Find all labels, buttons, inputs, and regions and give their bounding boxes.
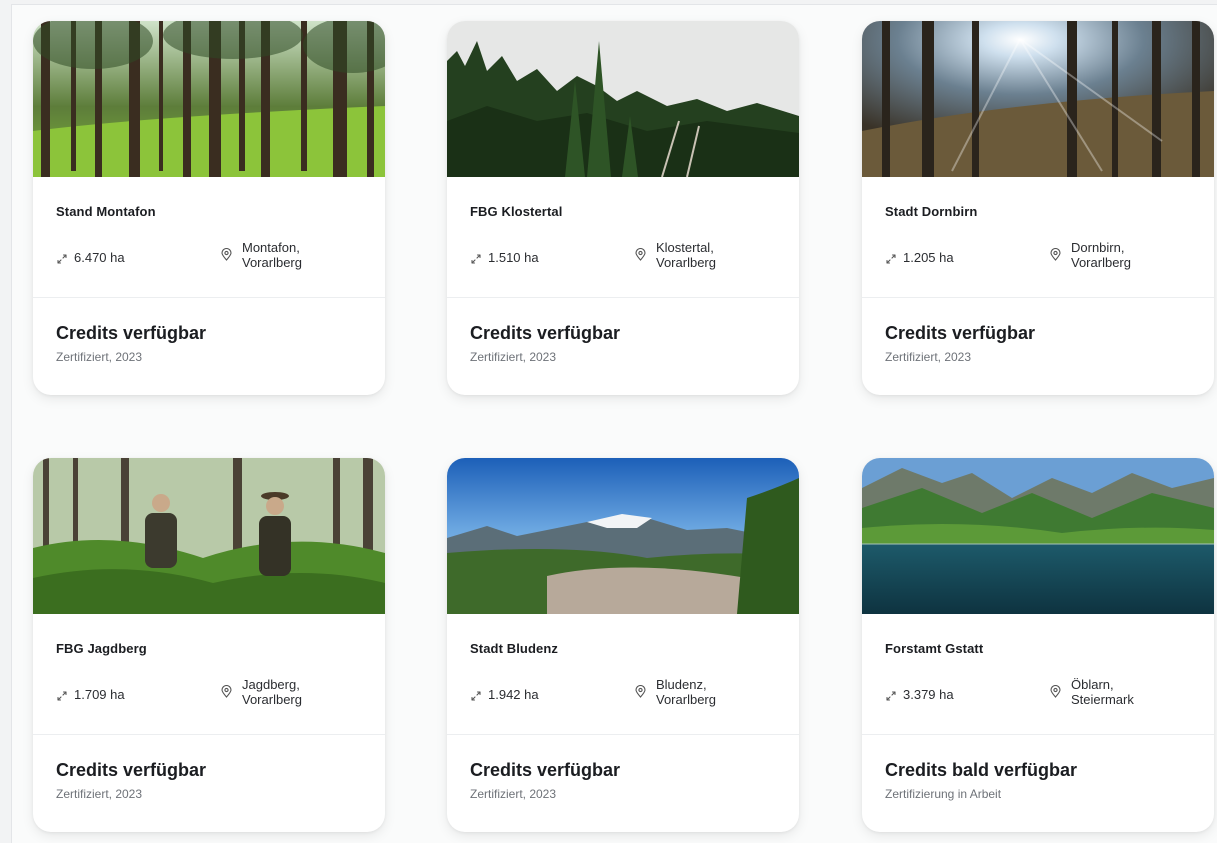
area-value: 1.205 ha bbox=[903, 250, 954, 265]
project-location: Dornbirn, Vorarlberg bbox=[1049, 240, 1131, 270]
certification-status: Zertifiziert, 2023 bbox=[56, 787, 143, 801]
project-area: 1.205 ha bbox=[885, 250, 954, 265]
project-photo bbox=[447, 458, 799, 614]
project-info: Forstamt Gstatt 3.379 ha Öblarn, Steierm… bbox=[862, 614, 1214, 735]
project-name: Forstamt Gstatt bbox=[885, 641, 984, 656]
project-area: 1.942 ha bbox=[470, 687, 539, 702]
expand-arrows-icon bbox=[886, 690, 896, 701]
certification-status: Zertifiziert, 2023 bbox=[56, 350, 143, 364]
project-name: Stadt Bludenz bbox=[470, 641, 558, 656]
project-photo bbox=[862, 458, 1214, 614]
project-card[interactable]: Stand Montafon 6.470 ha Montafon, Vorarl… bbox=[33, 21, 385, 395]
project-area: 3.379 ha bbox=[885, 687, 954, 702]
location-line2: Vorarlberg bbox=[1071, 255, 1131, 270]
project-location: Montafon, Vorarlberg bbox=[220, 240, 302, 270]
project-card[interactable]: FBG Jagdberg 1.709 ha Jagdberg, Vorarlbe… bbox=[33, 458, 385, 832]
project-name: Stadt Dornbirn bbox=[885, 204, 978, 219]
project-photo bbox=[447, 21, 799, 177]
project-location: Bludenz, Vorarlberg bbox=[634, 677, 716, 707]
area-value: 3.379 ha bbox=[903, 687, 954, 702]
expand-arrows-icon bbox=[57, 253, 67, 264]
project-photo bbox=[33, 21, 385, 177]
project-location: Öblarn, Steiermark bbox=[1049, 677, 1134, 707]
project-location: Klostertal, Vorarlberg bbox=[634, 240, 716, 270]
credits-section: Credits verfügbar Zertifiziert, 2023 bbox=[862, 298, 1214, 395]
credits-section: Credits bald verfügbar Zertifizierung in… bbox=[862, 735, 1214, 832]
area-value: 6.470 ha bbox=[74, 250, 125, 265]
page-frame: Stand Montafon 6.470 ha Montafon, Vorarl… bbox=[11, 4, 1217, 843]
project-card[interactable]: Stadt Bludenz 1.942 ha Bludenz, Vorarlbe… bbox=[447, 458, 799, 832]
location-line2: Steiermark bbox=[1071, 692, 1134, 707]
certification-status: Zertifiziert, 2023 bbox=[470, 787, 557, 801]
project-info: FBG Jagdberg 1.709 ha Jagdberg, Vorarlbe… bbox=[33, 614, 385, 735]
project-info: Stand Montafon 6.470 ha Montafon, Vorarl… bbox=[33, 177, 385, 298]
location-line1: Jagdberg, bbox=[242, 677, 300, 692]
credits-section: Credits verfügbar Zertifiziert, 2023 bbox=[447, 298, 799, 395]
location-line2: Vorarlberg bbox=[242, 255, 302, 270]
project-card[interactable]: Forstamt Gstatt 3.379 ha Öblarn, Steierm… bbox=[862, 458, 1214, 832]
expand-arrows-icon bbox=[57, 690, 67, 701]
project-photo bbox=[862, 21, 1214, 177]
project-photo bbox=[33, 458, 385, 614]
credits-section: Credits verfügbar Zertifiziert, 2023 bbox=[33, 735, 385, 832]
map-pin-icon bbox=[635, 248, 646, 261]
project-area: 1.709 ha bbox=[56, 687, 125, 702]
location-line1: Öblarn, bbox=[1071, 677, 1114, 692]
project-area: 6.470 ha bbox=[56, 250, 125, 265]
project-name: Stand Montafon bbox=[56, 204, 156, 219]
map-pin-icon bbox=[635, 685, 646, 698]
certification-status: Zertifizierung in Arbeit bbox=[885, 787, 1002, 801]
location-line2: Vorarlberg bbox=[656, 692, 716, 707]
credit-status: Credits verfügbar bbox=[56, 323, 207, 343]
expand-arrows-icon bbox=[886, 253, 896, 264]
project-info: FBG Klostertal 1.510 ha Klostertal, Vora… bbox=[447, 177, 799, 298]
credits-section: Credits verfügbar Zertifiziert, 2023 bbox=[33, 298, 385, 395]
location-line1: Dornbirn, bbox=[1071, 240, 1125, 255]
project-info: Stadt Dornbirn 1.205 ha Dornbirn, Vorarl… bbox=[862, 177, 1214, 298]
project-card[interactable]: Stadt Dornbirn 1.205 ha Dornbirn, Vorarl… bbox=[862, 21, 1214, 395]
project-location: Jagdberg, Vorarlberg bbox=[220, 677, 302, 707]
project-card[interactable]: FBG Klostertal 1.510 ha Klostertal, Vora… bbox=[447, 21, 799, 395]
credit-status: Credits verfügbar bbox=[56, 760, 207, 780]
map-pin-icon bbox=[221, 685, 232, 698]
location-line2: Vorarlberg bbox=[656, 255, 716, 270]
location-line1: Montafon, bbox=[242, 240, 300, 255]
area-value: 1.510 ha bbox=[488, 250, 539, 265]
project-name: FBG Klostertal bbox=[470, 204, 563, 219]
expand-arrows-icon bbox=[471, 690, 481, 701]
project-info: Stadt Bludenz 1.942 ha Bludenz, Vorarlbe… bbox=[447, 614, 799, 735]
map-pin-icon bbox=[1050, 248, 1061, 261]
location-line2: Vorarlberg bbox=[242, 692, 302, 707]
expand-arrows-icon bbox=[471, 253, 481, 264]
location-line1: Bludenz, bbox=[656, 677, 707, 692]
credits-section: Credits verfügbar Zertifiziert, 2023 bbox=[447, 735, 799, 832]
certification-status: Zertifiziert, 2023 bbox=[470, 350, 557, 364]
credit-status: Credits verfügbar bbox=[470, 323, 621, 343]
credit-status: Credits verfügbar bbox=[470, 760, 621, 780]
location-line1: Klostertal, bbox=[656, 240, 714, 255]
area-value: 1.709 ha bbox=[74, 687, 125, 702]
credit-status: Credits verfügbar bbox=[885, 323, 1036, 343]
certification-status: Zertifiziert, 2023 bbox=[885, 350, 972, 364]
credit-status: Credits bald verfügbar bbox=[885, 760, 1078, 780]
project-name: FBG Jagdberg bbox=[56, 641, 147, 656]
map-pin-icon bbox=[1050, 685, 1061, 698]
project-area: 1.510 ha bbox=[470, 250, 539, 265]
map-pin-icon bbox=[221, 248, 232, 261]
area-value: 1.942 ha bbox=[488, 687, 539, 702]
